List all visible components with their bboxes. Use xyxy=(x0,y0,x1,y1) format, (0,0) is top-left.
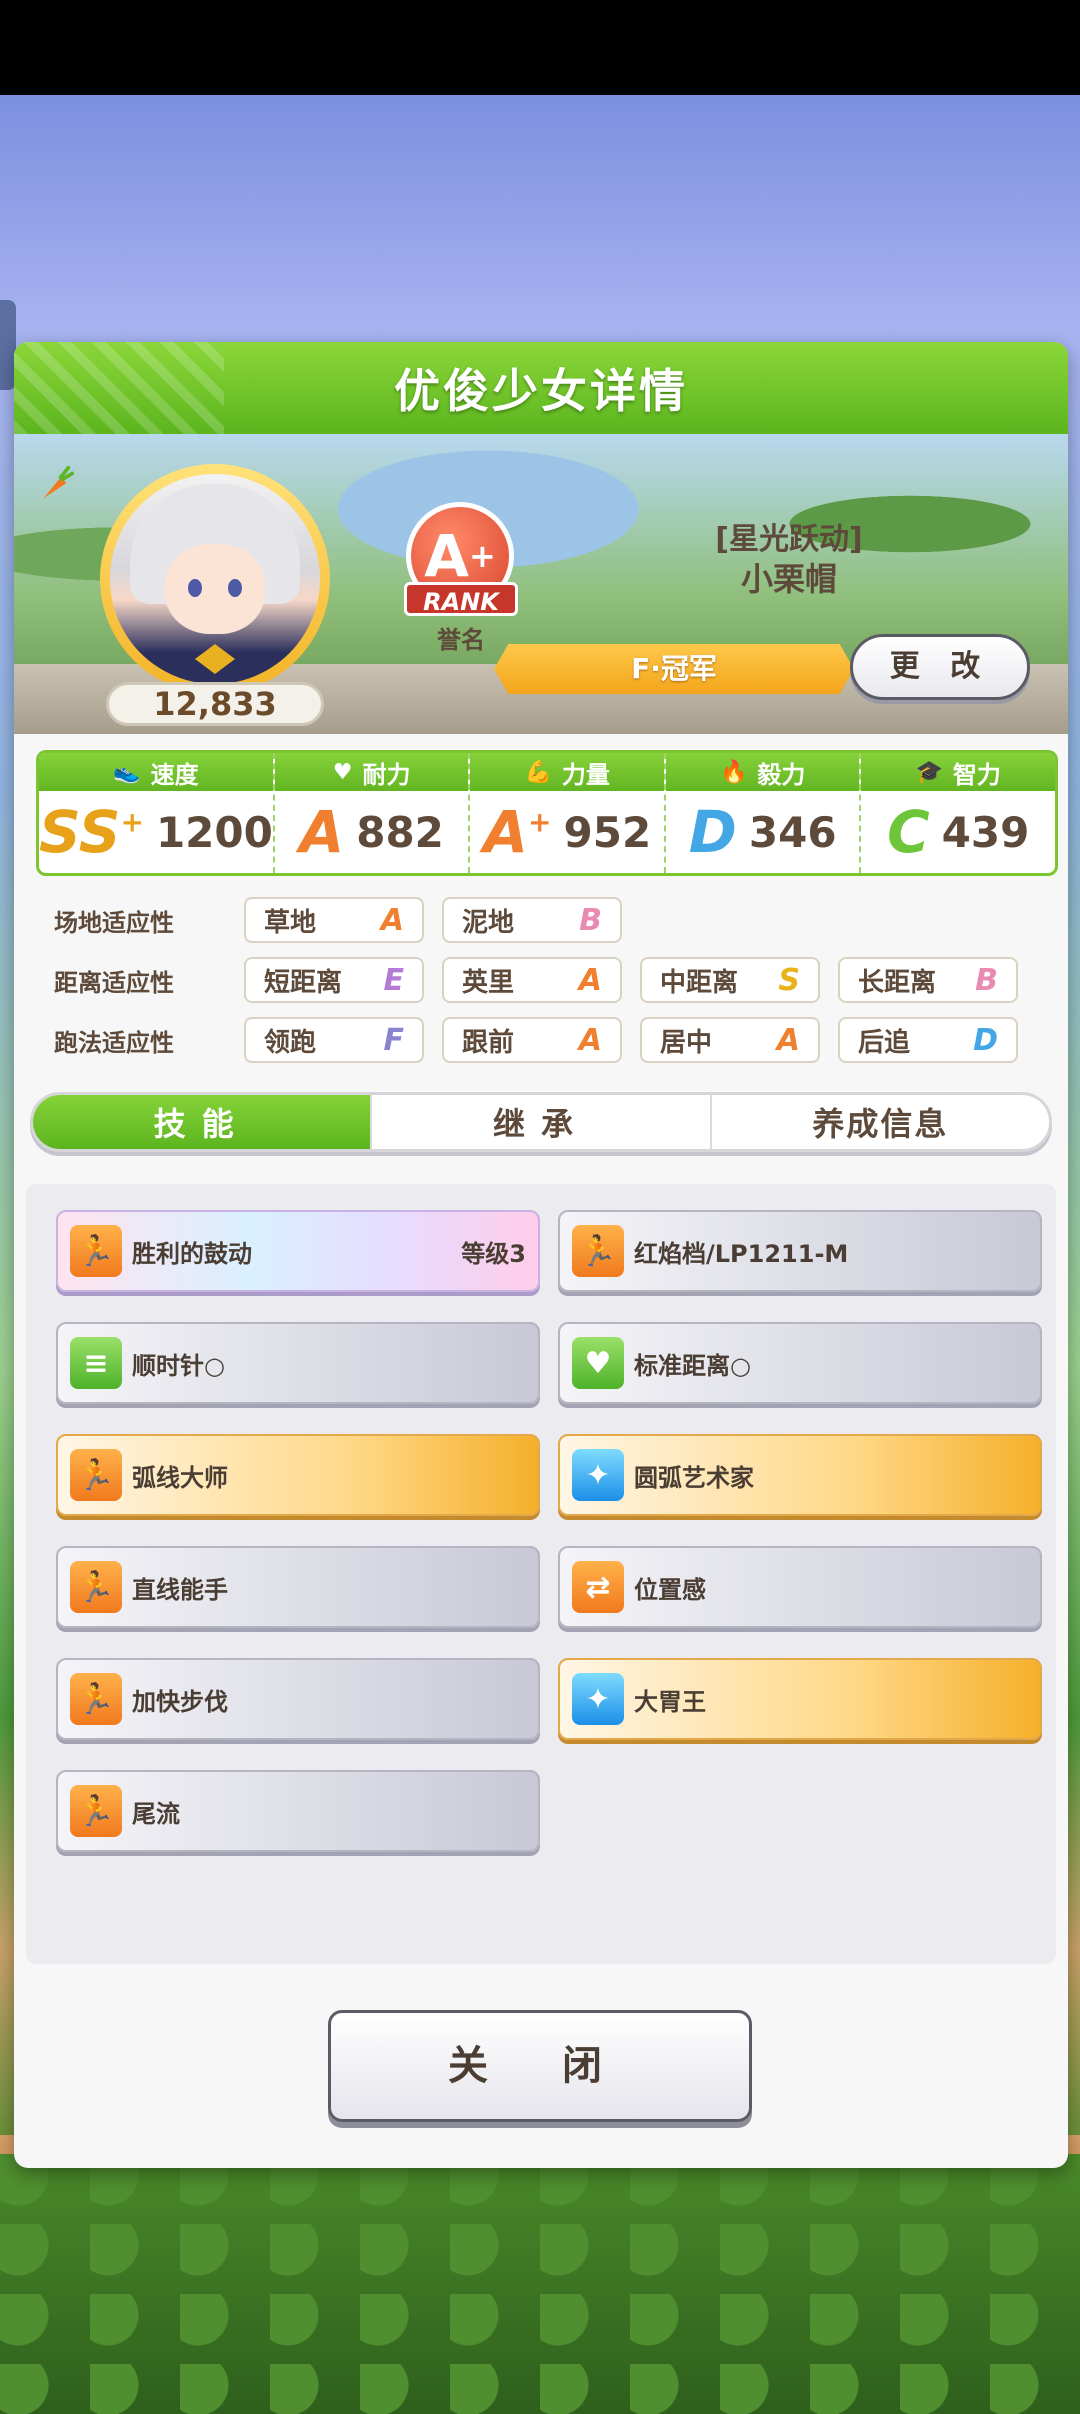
fan-count: 12,833 xyxy=(106,682,324,726)
tab-training-info[interactable]: 养成信息 xyxy=(712,1095,1049,1149)
skill-item[interactable]: ♥ 标准距离○ xyxy=(558,1322,1042,1404)
change-title-button[interactable]: 更 改 xyxy=(850,634,1030,700)
aptitude-turf: 草地 A xyxy=(244,897,424,943)
stat-guts: 🔥 毅力 D 346 xyxy=(665,753,862,873)
avatar-frame[interactable] xyxy=(100,464,330,694)
aptitude-label: 跑法适应性 xyxy=(54,1028,174,1057)
stat-value: 439 xyxy=(941,807,1030,857)
muscle-icon: 💪 xyxy=(524,759,552,785)
graduation-cap-icon: 🎓 xyxy=(915,759,943,785)
stat-grade: D xyxy=(688,798,737,866)
skill-item[interactable]: 🏃 尾流 xyxy=(56,1770,540,1852)
sparkle-icon: ✦ xyxy=(572,1449,624,1501)
character-epithet: [星光跃动] xyxy=(715,522,863,557)
skill-level: 等级3 xyxy=(461,1239,526,1268)
stat-power: 💪 力量 A+ 952 xyxy=(470,753,666,873)
shoe-icon: 👟 xyxy=(113,759,141,785)
stat-grade: A+ xyxy=(483,798,552,866)
aptitude-medium: 中距离 S xyxy=(640,957,820,1003)
skill-item[interactable]: 🏃 红焰档/LP1211-M xyxy=(558,1210,1042,1292)
detail-tabs: 技能 继承 养成信息 xyxy=(30,1092,1052,1152)
skill-item[interactable]: ⇄ 位置感 xyxy=(558,1546,1042,1628)
heart-icon: ♥ xyxy=(572,1337,624,1389)
stat-value: 952 xyxy=(563,807,652,857)
stat-speed: 👟 速度 SS+ 1200 xyxy=(39,753,275,873)
grass xyxy=(0,2154,1080,2414)
aptitude-sprint: 短距离 E xyxy=(244,957,424,1003)
title-ribbon: F·冠军 xyxy=(494,644,854,694)
aptitude-label: 场地适应性 xyxy=(54,908,174,937)
aptitude-label: 距离适应性 xyxy=(54,968,174,997)
tab-inheritance[interactable]: 继承 xyxy=(372,1095,712,1149)
aptitude-end: 后追 D xyxy=(838,1017,1018,1063)
character-name: 小栗帽 xyxy=(740,560,837,598)
stat-wisdom: 🎓 智力 C 439 xyxy=(861,753,1055,873)
style-aptitude-row: 跑法适应性 领跑 F 跟前 A 居中 A 后追 D xyxy=(54,1016,1036,1064)
tab-skills[interactable]: 技能 xyxy=(33,1095,373,1149)
aptitude-dirt: 泥地 B xyxy=(442,897,622,943)
running-icon: 🏃 xyxy=(70,1561,122,1613)
running-icon: 🏃 xyxy=(70,1225,122,1277)
avatar xyxy=(110,474,320,684)
stat-value: 1200 xyxy=(155,807,273,857)
stat-value: 882 xyxy=(356,807,444,857)
running-icon: 🏃 xyxy=(70,1449,122,1501)
dialog-title: 优俊少女详情 xyxy=(394,364,688,418)
dialog-header: 优俊少女详情 xyxy=(14,342,1068,434)
flame-icon: 🔥 xyxy=(719,759,748,785)
skills-panel: 🏃 胜利的鼓动 等级3 🏃 红焰档/LP1211-M ≡ 顺时针○ ♥ 标准距离… xyxy=(26,1184,1056,1964)
running-icon: 🏃 xyxy=(70,1785,122,1837)
course-icon: ≡ xyxy=(70,1337,122,1389)
track-aptitude-row: 场地适应性 草地 A 泥地 B xyxy=(54,896,640,944)
running-icon: 🏃 xyxy=(572,1225,624,1277)
skill-item[interactable]: ✦ 圆弧艺术家 xyxy=(558,1434,1042,1516)
close-button[interactable]: 关 闭 xyxy=(328,2010,752,2122)
stat-grade: C xyxy=(887,798,930,866)
skill-item[interactable]: 🏃 加快步伐 xyxy=(56,1658,540,1740)
profile-banner: 12,833 A + RANK 誉名 [星光跃动] 小栗帽 F·冠军 更 改 xyxy=(14,434,1068,734)
stat-grade: A xyxy=(299,798,345,866)
skill-item[interactable]: 🏃 直线能手 xyxy=(56,1546,540,1628)
stats-panel: 👟 速度 SS+ 1200 ♥ 耐力 A 882 💪 力量 A+ 952 🔥 毅力 D 346 … xyxy=(36,750,1058,876)
rank-badge: A + RANK 誉名 xyxy=(396,502,526,654)
aptitude-long: 长距离 B xyxy=(838,957,1018,1003)
skill-item[interactable]: 🏃 弧线大师 xyxy=(56,1434,540,1516)
running-icon: 🏃 xyxy=(70,1673,122,1725)
aptitude-pace: 跟前 A xyxy=(442,1017,622,1063)
carrot-icon xyxy=(43,465,74,499)
aptitude-front: 领跑 F xyxy=(244,1017,424,1063)
position-icon: ⇄ xyxy=(572,1561,624,1613)
stat-grade: SS+ xyxy=(39,798,144,866)
distance-aptitude-row: 距离适应性 短距离 E 英里 A 中距离 S 长距离 B xyxy=(54,956,1036,1004)
stat-stamina: ♥ 耐力 A 882 xyxy=(274,753,471,873)
heart-icon: ♥ xyxy=(332,759,353,785)
skill-item[interactable]: ≡ 顺时针○ xyxy=(56,1322,540,1404)
skill-item[interactable]: 🏃 胜利的鼓动 等级3 xyxy=(56,1210,540,1292)
uma-detail-dialog: 优俊少女详情 12,833 A + RANK 誉名 [星光跃动] 小栗帽 F·冠军… xyxy=(14,342,1068,2168)
stat-value: 346 xyxy=(748,807,837,857)
aptitude-late: 居中 A xyxy=(640,1017,820,1063)
aptitude-mile: 英里 A xyxy=(442,957,622,1003)
skill-item[interactable]: ✦ 大胃王 xyxy=(558,1658,1042,1740)
sparkle-icon: ✦ xyxy=(572,1673,624,1725)
rank-label: RANK xyxy=(404,582,518,616)
